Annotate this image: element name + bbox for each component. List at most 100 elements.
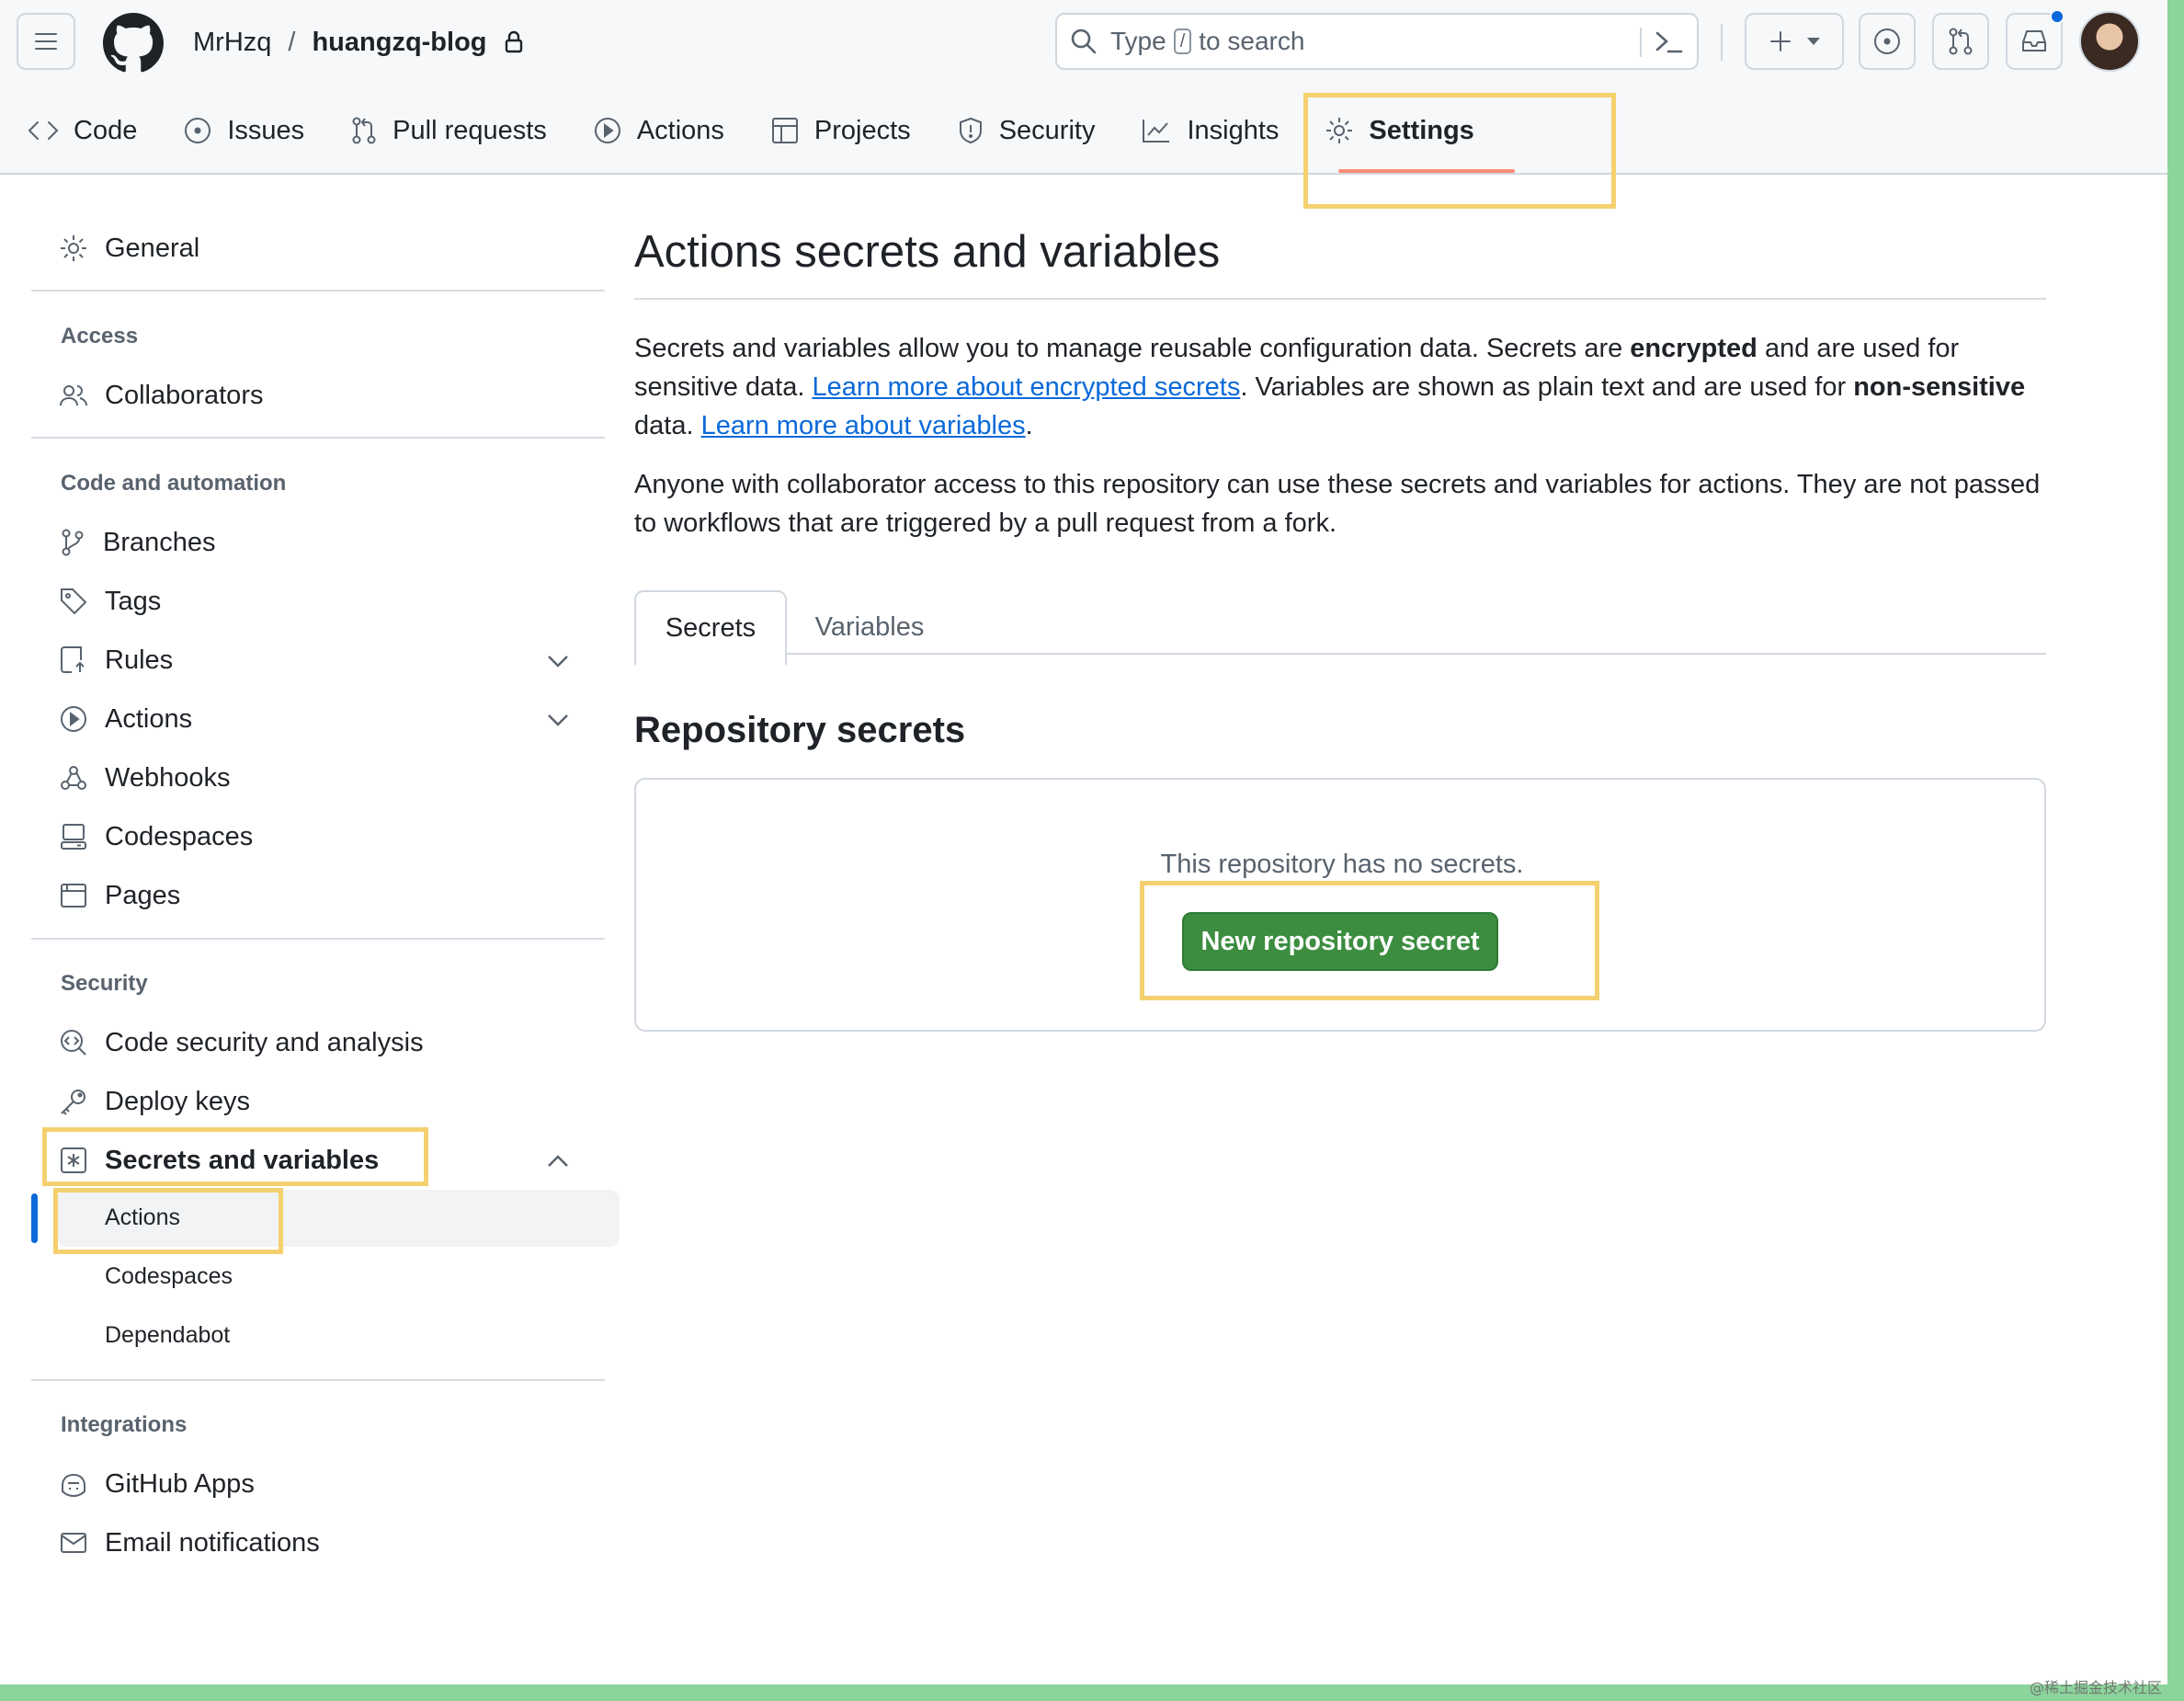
header-divider (1721, 24, 1723, 61)
section-heading-security: Security (61, 971, 148, 996)
highlight-box-secrets-variables (42, 1127, 428, 1186)
learn-encrypted-secrets-link[interactable]: Learn more about encrypted secrets (812, 372, 1240, 402)
your-pull-requests-button[interactable] (1932, 13, 1989, 70)
intro-text-g: . (1025, 411, 1033, 440)
gear-icon (61, 235, 86, 261)
highlight-box-new-secret (1140, 881, 1599, 1000)
sidebar-item-rules[interactable]: Rules (59, 638, 601, 682)
sidebar-item-label: Branches (103, 527, 216, 557)
graph-icon (1143, 120, 1170, 143)
tab-pull-requests[interactable]: Pull requests (350, 116, 547, 146)
chevron-down-icon[interactable] (546, 704, 570, 735)
sidebar-item-deploy-keys[interactable]: Deploy keys (59, 1079, 250, 1124)
user-avatar[interactable] (2079, 11, 2140, 72)
tag-icon (61, 588, 87, 615)
git-branch-icon (62, 529, 84, 556)
tab-security[interactable]: Security (957, 115, 1096, 146)
sidebar-item-label: Collaborators (105, 380, 264, 410)
section-heading-integrations: Integrations (61, 1412, 188, 1437)
breadcrumb-separator: / (288, 27, 296, 57)
issue-opened-icon (1874, 29, 1900, 54)
search-suffix: to search (1199, 27, 1305, 55)
browser-icon (61, 884, 86, 908)
sidebar-item-label: GitHub Apps (105, 1468, 255, 1499)
table-icon (771, 118, 798, 143)
tab-projects[interactable]: Projects (770, 116, 911, 146)
sidebar-item-code-security[interactable]: Code security and analysis (59, 1021, 424, 1065)
sidebar-divider (31, 290, 605, 291)
sidebar-item-label: Pages (105, 880, 181, 910)
learn-variables-link[interactable]: Learn more about variables (701, 411, 1026, 440)
chevron-up-icon[interactable] (546, 1146, 570, 1176)
sidebar-item-codespaces[interactable]: Codespaces (59, 815, 253, 859)
lock-icon (505, 30, 522, 53)
search-prefix: Type (1110, 27, 1166, 55)
sidebar-subitem-codespaces[interactable]: Codespaces (105, 1263, 233, 1290)
copilot-apps-icon (62, 1473, 85, 1498)
codescan-icon (61, 1030, 86, 1056)
highlight-box-settings (1303, 93, 1616, 209)
title-divider (634, 298, 2046, 300)
owner-link[interactable]: MrHzq (193, 28, 271, 58)
webhook-icon (61, 766, 86, 790)
intro-paragraph: Secrets and variables allow you to manag… (634, 329, 2046, 445)
tab-insights-label: Insights (1187, 115, 1280, 145)
people-icon (60, 385, 87, 406)
sidebar-item-github-apps[interactable]: GitHub Apps (59, 1462, 255, 1506)
search-input[interactable]: Type / to search (1055, 13, 1699, 70)
tab-security-label: Security (998, 115, 1096, 145)
tab-issues[interactable]: Issues (183, 116, 304, 146)
sidebar-item-webhooks[interactable]: Webhooks (59, 756, 231, 800)
intro-text-encrypted: encrypted (1630, 334, 1757, 363)
search-placeholder: Type / to search (1110, 27, 1304, 56)
sidebar-subitem-dependabot[interactable]: Dependabot (105, 1322, 230, 1349)
empty-state-message: This repository has no secrets. (1160, 850, 1524, 879)
secrets-variables-tabs: Secrets Variables (634, 590, 2046, 666)
sidebar-divider (31, 938, 605, 940)
git-pull-request-icon (352, 117, 376, 144)
tab-insights[interactable]: Insights (1141, 116, 1279, 146)
play-icon (594, 118, 620, 143)
plus-icon (1770, 31, 1791, 51)
create-new-button[interactable] (1745, 13, 1844, 70)
section-heading-access: Access (61, 324, 139, 348)
sidebar-item-tags[interactable]: Tags (59, 579, 161, 623)
slash-key-hint: / (1173, 29, 1192, 54)
your-issues-button[interactable] (1859, 13, 1916, 70)
sidebar-divider (31, 1379, 605, 1381)
repo-link[interactable]: huangzq-blog (312, 28, 486, 58)
menu-button[interactable] (17, 13, 75, 70)
sidebar-item-pages[interactable]: Pages (59, 873, 180, 918)
page-title: Actions secrets and variables (634, 227, 1221, 277)
command-palette-icon[interactable] (1655, 29, 1684, 56)
sidebar-item-collaborators[interactable]: Collaborators (59, 373, 263, 417)
collaborator-note: Anyone with collaborator access to this … (634, 470, 2041, 538)
sidebar-item-label: Webhooks (105, 762, 231, 793)
sidebar-item-label: Email notifications (105, 1527, 320, 1558)
sidebar-item-label: Codespaces (105, 821, 254, 851)
tab-actions[interactable]: Actions (593, 116, 724, 146)
chevron-down-icon[interactable] (546, 645, 570, 676)
code-icon (28, 121, 59, 140)
sidebar-item-email-notifications[interactable]: Email notifications (59, 1521, 320, 1565)
intro-text-a: Secrets and variables allow you to manag… (634, 334, 1631, 363)
sidebar-item-actions[interactable]: Actions (59, 697, 601, 741)
browser-page: MrHzq / huangzq-blog Type / to search Co… (0, 0, 2167, 1684)
tab-actions-label: Actions (636, 115, 724, 145)
tab-code-label: Code (74, 115, 138, 145)
github-logo-icon[interactable] (103, 13, 164, 74)
play-icon (61, 706, 86, 732)
key-icon (61, 1090, 85, 1115)
search-divider (1640, 28, 1642, 57)
triangle-down-icon (1807, 38, 1820, 45)
issue-opened-icon (185, 118, 211, 143)
tab-code[interactable]: Code (28, 116, 137, 146)
sidebar-item-branches[interactable]: Branches (59, 520, 216, 565)
sidebar-item-label: General (105, 233, 200, 263)
tab-variables[interactable]: Variables (787, 590, 952, 664)
sidebar-item-label: Actions (105, 703, 193, 734)
section-heading-code-automation: Code and automation (61, 471, 287, 496)
sidebar-item-general[interactable]: General (59, 226, 199, 270)
tab-secrets[interactable]: Secrets (634, 590, 787, 666)
hamburger-icon (35, 33, 57, 50)
